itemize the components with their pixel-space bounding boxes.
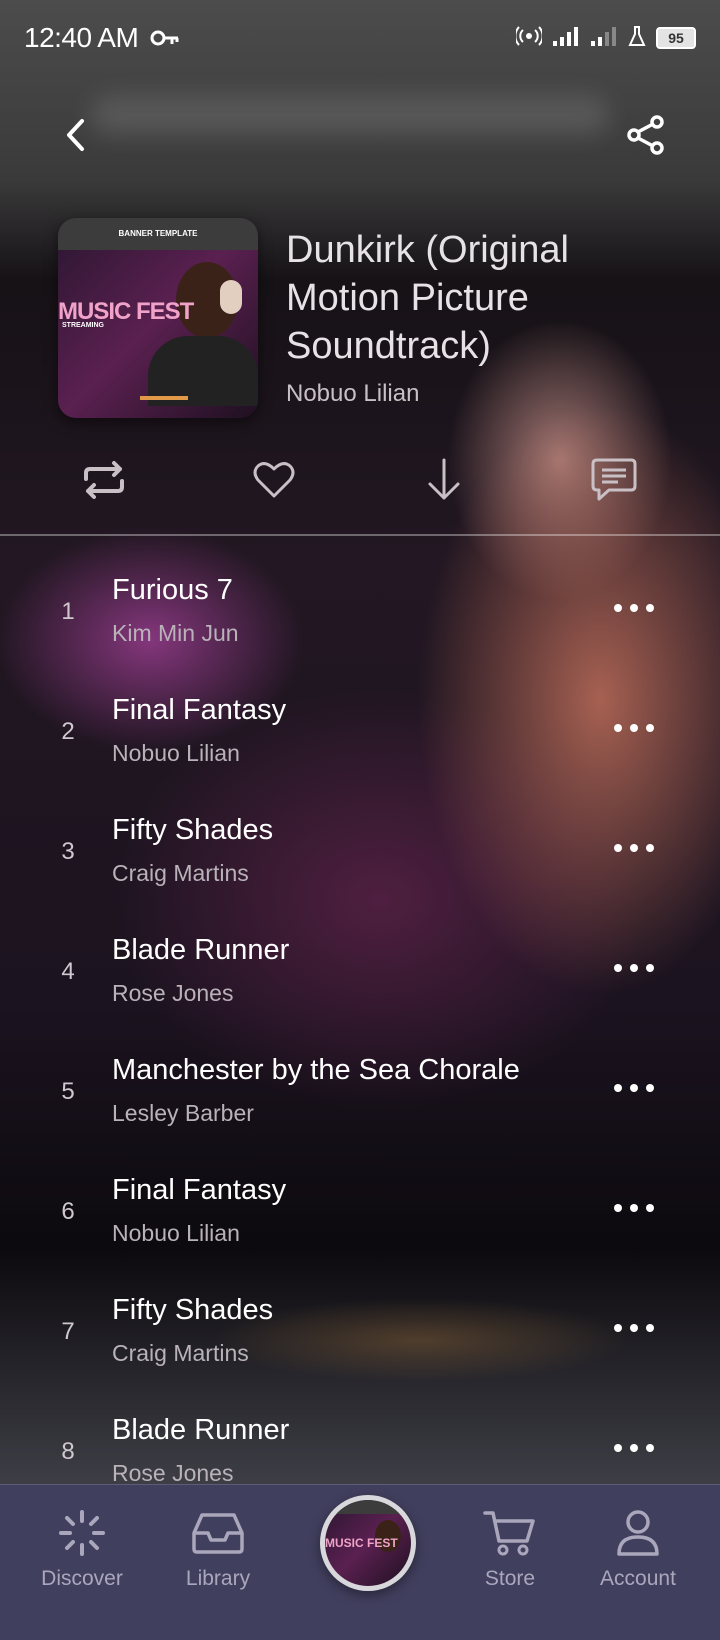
album-cover: BANNER TEMPLATE MUSIC FEST STREAMING — [58, 218, 258, 418]
nav-library-label: Library — [185, 1567, 251, 1590]
nav-library[interactable]: Library — [153, 1507, 283, 1591]
track-title: Blade Runner — [112, 1414, 290, 1446]
comment-icon — [591, 458, 637, 501]
status-bar: 12:40 AM 95 — [0, 0, 720, 76]
track-title: Furious 7 — [112, 574, 233, 606]
track-artist: Craig Martins — [112, 1340, 249, 1366]
track-title: Manchester by the Sea Chorale — [112, 1054, 520, 1086]
track-number: 3 — [61, 838, 75, 865]
repeat-button[interactable] — [74, 450, 134, 510]
track-row[interactable]: 2 Final Fantasy Nobuo Lilian — [0, 664, 720, 784]
chevron-left-icon — [67, 119, 84, 151]
track-artist: Kim Min Jun — [112, 620, 239, 646]
album-artist[interactable]: Nobuo Lilian — [286, 380, 419, 408]
more-options-button[interactable] — [610, 1073, 658, 1103]
track-row[interactable]: 6 Final Fantasy Nobuo Lilian — [0, 1144, 720, 1264]
more-options-button[interactable] — [610, 1193, 658, 1223]
header-divider — [0, 534, 720, 536]
track-list: 1 Furious 7 Kim Min Jun 2 Final Fantasy … — [0, 544, 720, 1484]
status-time: 12:40 AM — [24, 22, 139, 53]
more-options-button[interactable] — [610, 833, 658, 863]
nav-discover[interactable]: Discover — [17, 1507, 147, 1591]
track-row[interactable]: 4 Blade Runner Rose Jones — [0, 904, 720, 1024]
favorite-button[interactable] — [244, 450, 304, 510]
track-number: 1 — [61, 598, 75, 625]
back-button[interactable] — [56, 110, 96, 160]
track-row[interactable]: 8 Blade Runner Rose Jones — [0, 1384, 720, 1484]
track-artist: Nobuo Lilian — [112, 740, 240, 766]
more-options-button[interactable] — [610, 713, 658, 743]
track-number: 2 — [61, 718, 75, 745]
inbox-icon — [153, 1507, 283, 1559]
vpn-key-icon — [150, 29, 180, 47]
repeat-icon — [84, 461, 124, 499]
mini-cover-banner — [325, 1500, 411, 1514]
track-row[interactable]: 7 Fifty Shades Craig Martins — [0, 1264, 720, 1384]
cover-banner-text: BANNER TEMPLATE — [118, 229, 198, 238]
nav-discover-label: Discover — [41, 1567, 123, 1590]
signal-icon-1 — [552, 25, 580, 52]
more-options-button[interactable] — [610, 1433, 658, 1463]
share-icon — [627, 115, 664, 155]
track-title: Fifty Shades — [112, 1294, 274, 1326]
track-artist: Rose Jones — [112, 980, 234, 1006]
track-number: 8 — [61, 1438, 75, 1465]
more-options-button[interactable] — [610, 953, 658, 983]
track-title: Final Fantasy — [112, 694, 287, 726]
cart-icon — [445, 1507, 575, 1559]
battery-indicator: 95 — [656, 27, 696, 49]
status-icons: 95 — [514, 25, 696, 52]
more-options-button[interactable] — [610, 1313, 658, 1343]
heart-icon — [253, 462, 295, 498]
now-playing-button[interactable]: MUSIC FEST — [320, 1495, 416, 1591]
track-number: 7 — [61, 1318, 75, 1345]
track-number: 5 — [61, 1078, 75, 1105]
nav-account-label: Account — [600, 1567, 676, 1590]
discover-icon — [17, 1507, 147, 1559]
user-icon — [573, 1507, 703, 1559]
nav-store-label: Store — [484, 1567, 536, 1590]
mini-cover-headline: MUSIC FEST — [325, 1536, 398, 1550]
album-title: Dunkirk (Original Motion Picture Soundtr… — [286, 229, 569, 367]
track-artist: Nobuo Lilian — [112, 1220, 240, 1246]
signal-icon-2 — [590, 25, 618, 52]
comment-button[interactable] — [584, 450, 644, 510]
album-actions — [0, 450, 720, 510]
track-artist: Rose Jones — [112, 1460, 234, 1484]
flask-icon — [628, 25, 646, 52]
nav-store[interactable]: Store — [445, 1507, 575, 1591]
cover-headphone — [220, 280, 242, 314]
track-number: 6 — [61, 1198, 75, 1225]
track-row[interactable]: 5 Manchester by the Sea Chorale Lesley B… — [0, 1024, 720, 1144]
cover-accent-bar — [140, 396, 188, 400]
bottom-navigation: Discover Library MUSIC FEST Store Accoun… — [0, 1484, 720, 1640]
track-title: Blade Runner — [112, 934, 290, 966]
track-number: 4 — [61, 958, 75, 985]
more-options-button[interactable] — [610, 593, 658, 623]
cover-subline: STREAMING — [62, 322, 104, 329]
track-row[interactable]: 1 Furious 7 Kim Min Jun — [0, 544, 720, 664]
hotspot-icon — [514, 25, 544, 52]
download-icon — [428, 458, 460, 500]
track-artist: Craig Martins — [112, 860, 249, 886]
share-button[interactable] — [622, 110, 670, 160]
download-button[interactable] — [414, 450, 474, 510]
header-title-blur — [90, 95, 610, 135]
track-title: Final Fantasy — [112, 1174, 287, 1206]
track-artist: Lesley Barber — [112, 1100, 254, 1126]
now-playing-cover: MUSIC FEST — [325, 1500, 411, 1586]
track-title: Fifty Shades — [112, 814, 274, 846]
nav-account[interactable]: Account — [573, 1507, 703, 1591]
track-row[interactable]: 3 Fifty Shades Craig Martins — [0, 784, 720, 904]
